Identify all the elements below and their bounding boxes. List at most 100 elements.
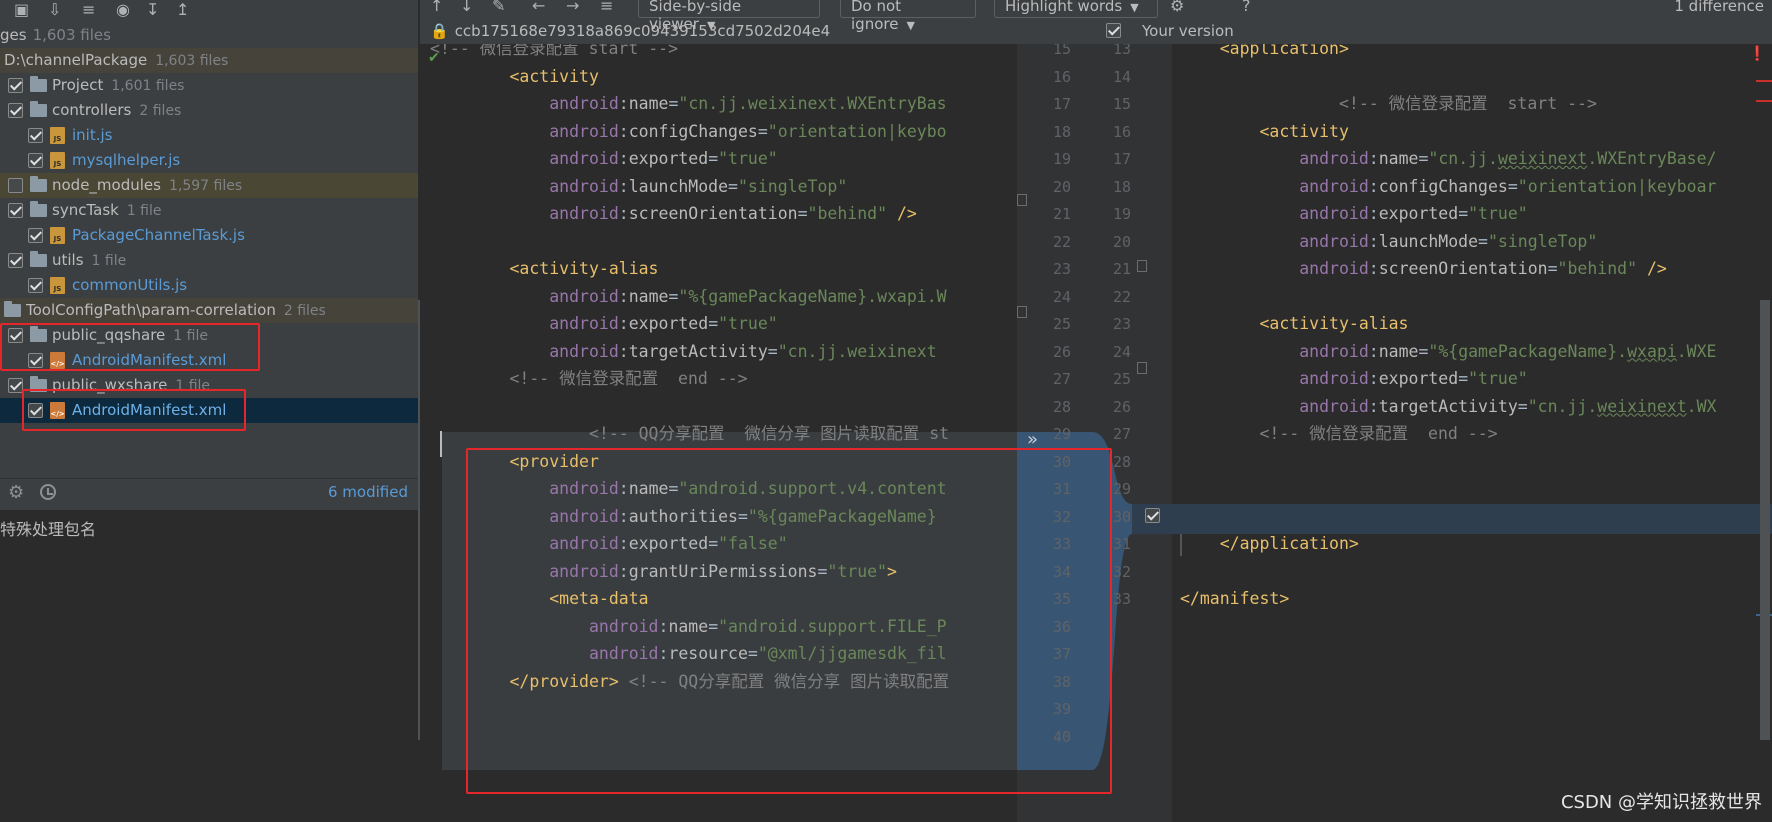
error-marker bbox=[1756, 80, 1772, 82]
help-icon[interactable]: ? bbox=[1242, 0, 1251, 14]
line-number: 17 bbox=[1112, 150, 1131, 168]
list-icon[interactable]: ≡ bbox=[600, 0, 613, 14]
fold-icon[interactable] bbox=[1137, 362, 1147, 374]
right-version-text: Your version bbox=[1142, 22, 1234, 40]
include-checkbox[interactable] bbox=[1106, 23, 1121, 38]
viewer-mode-select[interactable]: Side-by-side viewer ▼ bbox=[638, 0, 820, 33]
code-line: android:name="cn.jj.weixinext.WXEntryBas bbox=[549, 94, 947, 113]
history-icon[interactable] bbox=[40, 484, 56, 500]
tree-item-label: controllers 2 files bbox=[52, 101, 182, 119]
tree-item-checkbox[interactable] bbox=[8, 253, 23, 268]
eye-icon[interactable]: ◉ bbox=[116, 2, 130, 18]
line-number: 22 bbox=[1052, 232, 1071, 251]
arrow-down-icon[interactable]: ↓ bbox=[460, 0, 473, 14]
tree-item[interactable]: ToolConfigPath\param-correlation 2 files bbox=[0, 298, 418, 323]
tree-item-count: 1,597 files bbox=[168, 178, 243, 194]
highlight-box-provider-chunk bbox=[466, 448, 1112, 794]
forward-icon[interactable]: → bbox=[566, 0, 579, 14]
settings-icon[interactable]: ⚙ bbox=[1170, 0, 1184, 14]
tree-item-label: ToolConfigPath\param-correlation 2 files bbox=[26, 301, 326, 319]
edit-icon[interactable]: ✎ bbox=[492, 0, 505, 14]
modified-count[interactable]: 6 modified bbox=[328, 483, 408, 501]
tree-item-label: commonUtils.js bbox=[72, 276, 188, 294]
folder-icon bbox=[30, 201, 47, 217]
check-icon: ✔ bbox=[428, 50, 440, 66]
highlight-mode-select[interactable]: Highlight words ▼ bbox=[994, 0, 1158, 18]
back-icon[interactable]: ← bbox=[532, 0, 545, 14]
tree-item[interactable]: Project 1,601 files bbox=[0, 73, 418, 98]
code-line: android:launchMode="singleTop" bbox=[549, 176, 848, 196]
code-line: android:targetActivity="cn.jj.weixinext.… bbox=[1299, 396, 1717, 416]
highlight-box-qqshare bbox=[0, 323, 260, 371]
line-number: 16 bbox=[1052, 67, 1071, 86]
line-number: 28 bbox=[1052, 397, 1071, 416]
code-line: android:name="%{gamePackageName}.wxapi.W… bbox=[1299, 341, 1717, 361]
tree-item-checkbox[interactable] bbox=[8, 103, 23, 118]
tree-item[interactable]: JS init.js bbox=[0, 123, 418, 148]
js-file-icon: JS bbox=[50, 277, 65, 294]
tree-item-checkbox[interactable] bbox=[8, 378, 23, 393]
right-scrollbar[interactable] bbox=[1760, 300, 1770, 740]
apply-changes-icon[interactable]: » bbox=[1027, 429, 1038, 450]
ignore-mode-select[interactable]: Do not ignore ▼ bbox=[840, 0, 976, 33]
code-line: android:screenOrientation="behind" /> bbox=[1299, 259, 1667, 278]
fold-icon[interactable] bbox=[1017, 194, 1027, 206]
tree-item-label: node_modules 1,597 files bbox=[52, 176, 243, 194]
tree-item-count: 1,601 files bbox=[111, 78, 185, 94]
code-line: <activity bbox=[1259, 121, 1349, 141]
code-line: android:name="%{gamePackageName}.wxapi.W bbox=[549, 286, 947, 306]
collapse-all-icon[interactable]: ↥ bbox=[176, 2, 189, 18]
lock-icon: 🔒 bbox=[430, 22, 449, 40]
fold-icon[interactable] bbox=[1017, 306, 1027, 318]
right-code-editor[interactable]: <application> <!-- 微信登录配置 start --> <act… bbox=[1172, 44, 1772, 822]
tree-item-checkbox[interactable] bbox=[8, 178, 23, 193]
tree-item-checkbox[interactable] bbox=[28, 128, 43, 143]
code-line: <application> bbox=[1219, 44, 1349, 58]
tree-item-checkbox[interactable] bbox=[28, 228, 43, 243]
line-number: 19 bbox=[1112, 205, 1131, 223]
tree-item-count: 1,603 files bbox=[155, 53, 229, 69]
arrow-up-icon[interactable]: ↑ bbox=[430, 0, 443, 14]
tree-item-checkbox[interactable] bbox=[28, 153, 43, 168]
tree-item[interactable]: JS PackageChannelTask.js bbox=[0, 223, 418, 248]
tree-item[interactable]: JS mysqlhelper.js bbox=[0, 148, 418, 173]
gear-icon[interactable]: ⚙ bbox=[8, 482, 24, 503]
changes-header[interactable]: ges 1,603 files bbox=[0, 22, 418, 49]
commit-message-field[interactable]: 特殊处理包名 bbox=[0, 510, 418, 822]
changes-header-count: 1,603 files bbox=[32, 26, 111, 44]
update-icon[interactable]: ⇩ bbox=[48, 2, 61, 18]
js-file-icon: JS bbox=[50, 127, 65, 144]
tree-item-label: utils 1 file bbox=[52, 251, 127, 269]
code-line: android:launchMode="singleTop" bbox=[1299, 231, 1598, 251]
tree-item-checkbox[interactable] bbox=[8, 78, 23, 93]
commit-icon[interactable]: ▣ bbox=[14, 2, 29, 18]
code-line: </manifest> bbox=[1180, 589, 1290, 608]
chevron-down-icon: ▼ bbox=[1130, 1, 1139, 14]
folder-icon bbox=[30, 76, 47, 92]
code-line: android:name="cn.jj.weixinext.WXEntryBas… bbox=[1299, 149, 1717, 168]
tree-item[interactable]: syncTask 1 file bbox=[0, 198, 418, 223]
tree-item-checkbox[interactable] bbox=[28, 278, 43, 293]
fold-icon[interactable] bbox=[1137, 260, 1147, 272]
code-line: android:targetActivity="cn.jj.weixinext bbox=[549, 341, 937, 361]
code-line: <!-- QQ分享配置 微信分享 图片读取配置 st bbox=[588, 424, 950, 443]
line-number: 24 bbox=[1112, 342, 1131, 361]
code-line: android:configChanges="orientation|keybo bbox=[549, 121, 947, 141]
tree-item-checkbox[interactable] bbox=[8, 203, 23, 218]
line-number: 20 bbox=[1052, 177, 1071, 196]
line-number: 23 bbox=[1112, 315, 1131, 333]
tree-item[interactable]: JS commonUtils.js bbox=[0, 273, 418, 298]
group-by-icon[interactable]: ≡ bbox=[82, 2, 95, 18]
folder-icon bbox=[30, 251, 47, 267]
include-chunk-checkbox[interactable] bbox=[1145, 508, 1160, 523]
ignore-mode-label: Do not ignore bbox=[851, 0, 902, 33]
line-number: 23 bbox=[1052, 260, 1071, 278]
tree-item[interactable]: D:\channelPackage 1,603 files bbox=[0, 48, 418, 73]
expand-all-icon[interactable]: ↧ bbox=[146, 2, 159, 18]
tree-item[interactable]: node_modules 1,597 files bbox=[0, 173, 418, 198]
js-file-icon: JS bbox=[50, 152, 65, 169]
tree-item[interactable]: controllers 2 files bbox=[0, 98, 418, 123]
error-marker bbox=[1756, 100, 1772, 102]
line-number: 25 bbox=[1112, 370, 1131, 388]
tree-item[interactable]: utils 1 file bbox=[0, 248, 418, 273]
